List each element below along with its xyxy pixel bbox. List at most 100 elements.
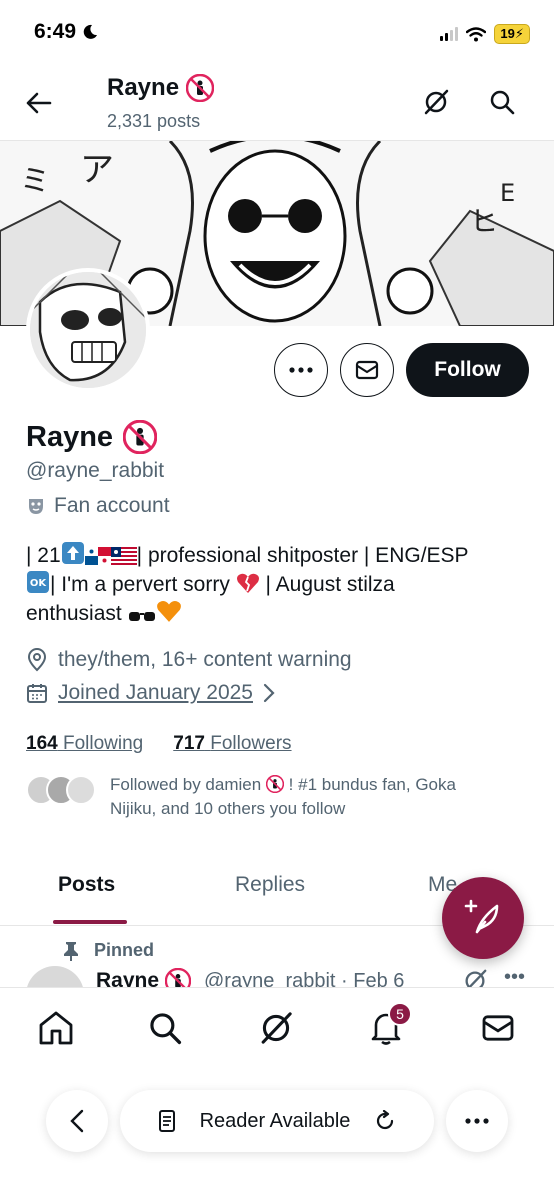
svg-text:OK: OK — [30, 578, 48, 589]
message-button[interactable] — [340, 343, 394, 397]
nav-messages[interactable] — [478, 1008, 518, 1048]
avatar-image — [30, 272, 146, 388]
signal-icon — [440, 27, 459, 41]
joined-row[interactable]: Joined January 2025 — [26, 681, 275, 705]
no-litter-icon — [265, 775, 284, 793]
tab-replies[interactable]: Replies — [235, 873, 305, 897]
no-litter-icon — [123, 420, 158, 454]
compose-icon — [464, 899, 499, 934]
pinned-label: Pinned — [94, 940, 155, 960]
chevron-right-icon — [263, 683, 275, 703]
mail-icon — [355, 360, 379, 380]
flag-liberia-icon — [110, 547, 137, 565]
more-icon — [289, 367, 313, 373]
account-label: Fan account — [26, 494, 170, 518]
profile-name-text: Rayne — [26, 420, 114, 453]
browser-back-button[interactable] — [46, 1090, 108, 1152]
status-bar-time: 6:49 — [34, 20, 98, 44]
sunglasses-icon — [128, 609, 156, 623]
no-litter-icon — [186, 74, 215, 102]
post-author-name: Rayne — [96, 969, 160, 988]
moon-icon — [83, 24, 98, 39]
post-handle-date: @rayne_rabbit · Feb 6 — [204, 970, 405, 988]
grok-icon — [261, 1012, 292, 1044]
nav-search[interactable] — [145, 1008, 185, 1048]
grok-icon — [465, 969, 487, 988]
search-icon — [490, 90, 515, 115]
grok-button[interactable] — [418, 84, 454, 120]
flag-panama-icon — [84, 547, 111, 565]
post-more-button[interactable]: ••• — [504, 966, 525, 988]
profile-name: Rayne — [26, 420, 158, 454]
pinned-indicator: Pinned — [62, 940, 154, 961]
pronouns-row: they/them, 16+ content warning — [26, 648, 352, 672]
follow-counts: 164 Following 717 Followers — [26, 733, 292, 755]
post-author[interactable]: Rayne — [96, 968, 192, 988]
profile-avatar[interactable] — [26, 268, 150, 392]
orange-heart-icon — [156, 599, 182, 623]
chevron-left-icon — [70, 1109, 84, 1133]
back-arrow-icon — [26, 92, 52, 114]
following-count: 164 — [26, 733, 58, 754]
pinned-post[interactable]: Rayne @rayne_rabbit · Feb 6 ••• — [26, 966, 554, 988]
account-label-text: Fan account — [54, 494, 170, 517]
mutual-avatars — [26, 775, 96, 805]
header-name: Rayne — [107, 74, 180, 101]
more-icon — [465, 1118, 489, 1124]
wifi-icon — [466, 26, 487, 41]
profile-handle: @rayne_rabbit — [26, 459, 165, 482]
followers-link[interactable]: 717 Followers — [173, 733, 291, 755]
svg-text:ミ: ミ — [20, 164, 50, 199]
reader-pill[interactable]: Reader Available — [120, 1090, 434, 1152]
post-grok-button[interactable] — [462, 968, 488, 988]
more-options-button[interactable] — [274, 343, 328, 397]
home-icon — [39, 1011, 73, 1045]
header-title: Rayne — [107, 74, 215, 102]
pin-icon — [64, 941, 78, 961]
bottom-nav-divider — [0, 987, 554, 988]
reload-icon[interactable] — [374, 1110, 396, 1132]
tab-posts[interactable]: Posts — [58, 873, 115, 897]
nav-home[interactable] — [36, 1008, 76, 1048]
bio-part-sorry: | I'm a pervert sorry — [50, 573, 230, 596]
location-icon — [27, 648, 47, 672]
svg-text:E: E — [500, 179, 515, 207]
mail-icon — [482, 1015, 514, 1041]
svg-text:ヒ: ヒ — [470, 205, 498, 238]
ok-icon: OK — [26, 570, 50, 594]
search-icon — [150, 1013, 182, 1045]
bio-part-age: | 21 — [26, 544, 61, 567]
followers-label: Followers — [210, 733, 292, 754]
browser-more-button[interactable] — [446, 1090, 508, 1152]
calendar-icon — [27, 684, 47, 703]
mask-icon — [29, 499, 43, 514]
bio-part-august: | August stilza — [265, 573, 395, 596]
followed-by-part-1: Followed by damien — [110, 775, 262, 794]
no-litter-icon — [165, 968, 192, 988]
battery-indicator: 19⚡ — [494, 24, 530, 44]
nav-grok[interactable] — [256, 1008, 296, 1048]
followed-by-row[interactable]: Followed by damien ! #1 bundus fan, Goka… — [26, 773, 490, 821]
reader-icon — [158, 1110, 175, 1132]
post-avatar[interactable] — [26, 966, 84, 988]
profile-bio: | 21 | professional shitposter | ENG/ESP … — [26, 541, 534, 628]
svg-text:ア: ア — [80, 150, 114, 190]
following-link[interactable]: 164 Following — [26, 733, 143, 755]
following-label: Following — [62, 733, 144, 754]
up-arrow-icon — [61, 541, 85, 565]
compose-button[interactable] — [442, 877, 524, 959]
header-post-count: 2,331 posts — [107, 111, 201, 131]
notifications-badge: 5 — [388, 1002, 412, 1026]
broken-heart-icon — [236, 572, 260, 594]
bio-part-enthusiast: enthusiast — [26, 602, 122, 625]
status-time-text: 6:49 — [34, 20, 77, 43]
back-button[interactable] — [22, 86, 56, 120]
reader-available-label: Reader Available — [199, 1109, 351, 1132]
joined-link[interactable]: Joined January 2025 — [58, 681, 253, 705]
pronouns-text: they/them, 16+ content warning — [58, 648, 352, 671]
mutual-avatar — [66, 775, 96, 805]
followed-by-text: Followed by damien ! #1 bundus fan, Goka… — [110, 773, 490, 821]
follow-button[interactable]: Follow — [406, 343, 529, 397]
status-bar-indicators: 19⚡ — [440, 24, 530, 44]
search-button[interactable] — [484, 84, 520, 120]
